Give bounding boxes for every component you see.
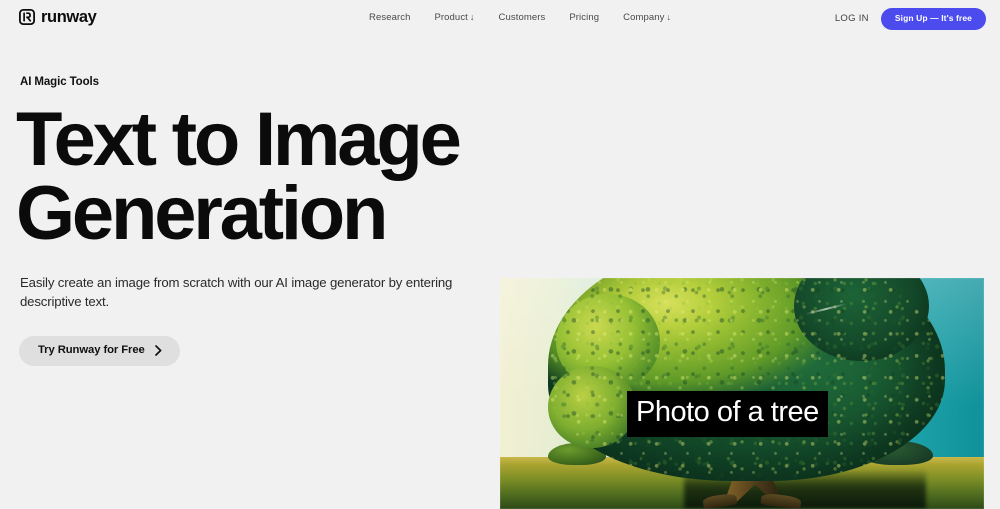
image-caption: Photo of a tree [627, 391, 828, 437]
try-runway-button[interactable]: Try Runway for Free [19, 336, 180, 367]
headline-line-2: Generation [16, 171, 388, 257]
site-header: runway Research Product ↓ Customers Pric… [0, 0, 1000, 38]
header-actions: LOG IN Sign Up — It's free [835, 8, 986, 30]
chevron-down-icon: ↓ [469, 12, 475, 23]
page-title: Text to Image Generation [16, 97, 496, 257]
hero-description: Easily create an image from scratch with… [20, 275, 453, 309]
nav-item-label: Pricing [569, 12, 600, 23]
nav-item-company[interactable]: Company ↓ [623, 13, 671, 23]
chevron-down-icon: ↓ [666, 12, 672, 23]
nav-item-pricing[interactable]: Pricing [569, 13, 599, 23]
brand-name: runway [41, 8, 97, 26]
runway-logo-icon [19, 9, 35, 26]
nav-item-label: Research [369, 12, 411, 23]
nav-item-research[interactable]: Research [369, 13, 410, 23]
hero-image: Photo of a tree [500, 278, 984, 509]
headline-line-1: Text to Image [16, 97, 462, 182]
nav-item-label: Product [434, 12, 468, 23]
chevron-right-icon [154, 345, 162, 356]
login-link[interactable]: LOG IN [835, 14, 869, 24]
hero-eyebrow: AI Magic Tools [20, 76, 99, 88]
landing-page: runway Research Product ↓ Customers Pric… [0, 0, 1000, 509]
nav-item-customers[interactable]: Customers [499, 13, 546, 23]
tree-canopy [548, 278, 946, 482]
nav-item-label: Company [623, 12, 665, 23]
main-navigation: Research Product ↓ Customers Pricing Com… [369, 13, 671, 23]
signup-button[interactable]: Sign Up — It's free [880, 8, 986, 30]
brand-logo[interactable]: runway [19, 8, 97, 26]
canopy-texture [548, 278, 946, 482]
nav-item-label: Customers [498, 12, 546, 23]
try-runway-button-label: Try Runway for Free [38, 344, 145, 356]
nav-item-product[interactable]: Product ↓ [434, 13, 474, 23]
